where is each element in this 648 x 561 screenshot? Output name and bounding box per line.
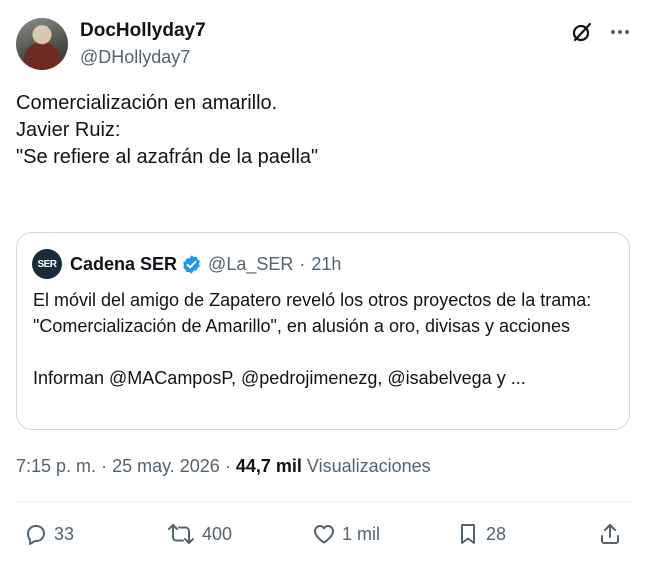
quote-avatar: SER	[32, 249, 62, 279]
bookmark-icon	[461, 524, 475, 544]
quote-time: 21h	[311, 253, 342, 274]
header-icons	[570, 20, 632, 44]
bookmark-button[interactable]: 28	[456, 516, 506, 552]
tweet-header: DocHollyday7 @DHollyday7	[16, 16, 632, 72]
grok-icon[interactable]	[570, 20, 594, 44]
reply-button[interactable]: 33	[24, 516, 74, 552]
tweet-time[interactable]: 7:15 p. m.	[16, 456, 96, 476]
tweet-line: Comercialización en amarillo.	[16, 92, 278, 114]
avatar[interactable]	[16, 18, 68, 70]
like-button[interactable]: 1 mil	[312, 516, 380, 552]
author-handle[interactable]: @DHollyday7	[80, 45, 206, 69]
tweet-line: Javier Ruiz:	[16, 119, 121, 141]
like-count: 1 mil	[342, 523, 381, 544]
quote-separator: ·	[299, 253, 306, 274]
bookmark-count: 28	[486, 523, 507, 544]
author-names: DocHollyday7 @DHollyday7	[80, 19, 206, 69]
more-icon[interactable]	[608, 20, 632, 44]
quote-mentions: Informan @MACamposP, @pedrojimenezg, @is…	[33, 368, 526, 388]
quoted-tweet[interactable]: SER Cadena SER @La_SER · 21h El móvil de…	[16, 232, 630, 430]
tweet-text: Comercialización en amarillo. Javier Rui…	[16, 90, 632, 171]
divider	[16, 501, 632, 502]
quote-handle: @La_SER	[208, 253, 294, 274]
repost-count: 400	[202, 523, 233, 544]
tweet-line: "Se refiere al azafrán de la paella"	[16, 146, 319, 168]
action-bar: 33 400 1 mil 28	[16, 516, 632, 552]
tweet-meta: 7:15 p. m. · 25 may. 2026 · 44,7 mil Vis…	[16, 456, 431, 477]
like-icon	[314, 525, 334, 544]
share-button[interactable]	[598, 516, 622, 552]
reply-icon	[27, 525, 45, 545]
views-count: 44,7 mil	[235, 456, 302, 476]
quote-text: El móvil del amigo de Zapatero reveló lo…	[33, 290, 592, 336]
meta-separator: ·	[101, 456, 113, 476]
author-display-name[interactable]: DocHollyday7	[80, 19, 206, 43]
quote-header: SER Cadena SER @La_SER · 21h	[32, 249, 341, 279]
quote-author-name: Cadena SER	[70, 253, 178, 274]
quote-body: El móvil del amigo de Zapatero reveló lo…	[33, 287, 619, 391]
meta-separator: ·	[224, 456, 236, 476]
tweet-date[interactable]: 25 may. 2026	[112, 456, 220, 476]
views-label: Visualizaciones	[306, 456, 431, 476]
repost-button[interactable]: 400	[166, 516, 232, 552]
repost-icon	[168, 524, 194, 544]
verified-badge-icon	[183, 254, 200, 274]
reply-count: 33	[54, 523, 75, 544]
share-icon	[601, 524, 619, 544]
